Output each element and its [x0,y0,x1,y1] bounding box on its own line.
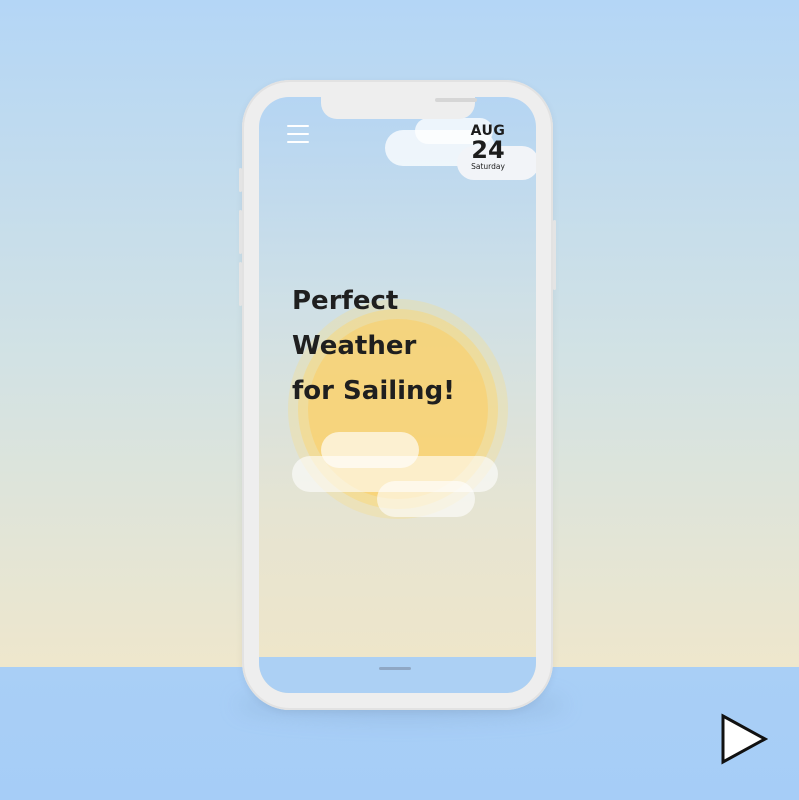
mute-switch [239,168,242,192]
sun-cloud-bottom [377,481,475,517]
home-indicator[interactable] [379,667,411,670]
speaker-grille [435,98,477,102]
headline-line-3: for Sailing! [292,376,456,406]
date-badge: AUG 24 Saturday [464,124,512,172]
date-day: 24 [471,136,505,164]
sea-bar [259,657,536,693]
volume-down-button [239,262,242,306]
date-weekday: Saturday [471,162,505,171]
power-button [553,220,556,290]
phone-screen: AUG 24 Saturday Perfect Weather for Sail… [259,97,536,693]
headline-line-1: Perfect [292,286,399,316]
hamburger-menu-icon[interactable] [287,125,309,143]
headline: Perfect Weather for Sailing! [292,279,512,414]
phone-mockup: AUG 24 Saturday Perfect Weather for Sail… [239,80,556,710]
phone-notch [321,97,477,119]
headline-line-2: Weather [292,331,417,361]
play-icon[interactable] [720,713,768,765]
volume-up-button [239,210,242,254]
